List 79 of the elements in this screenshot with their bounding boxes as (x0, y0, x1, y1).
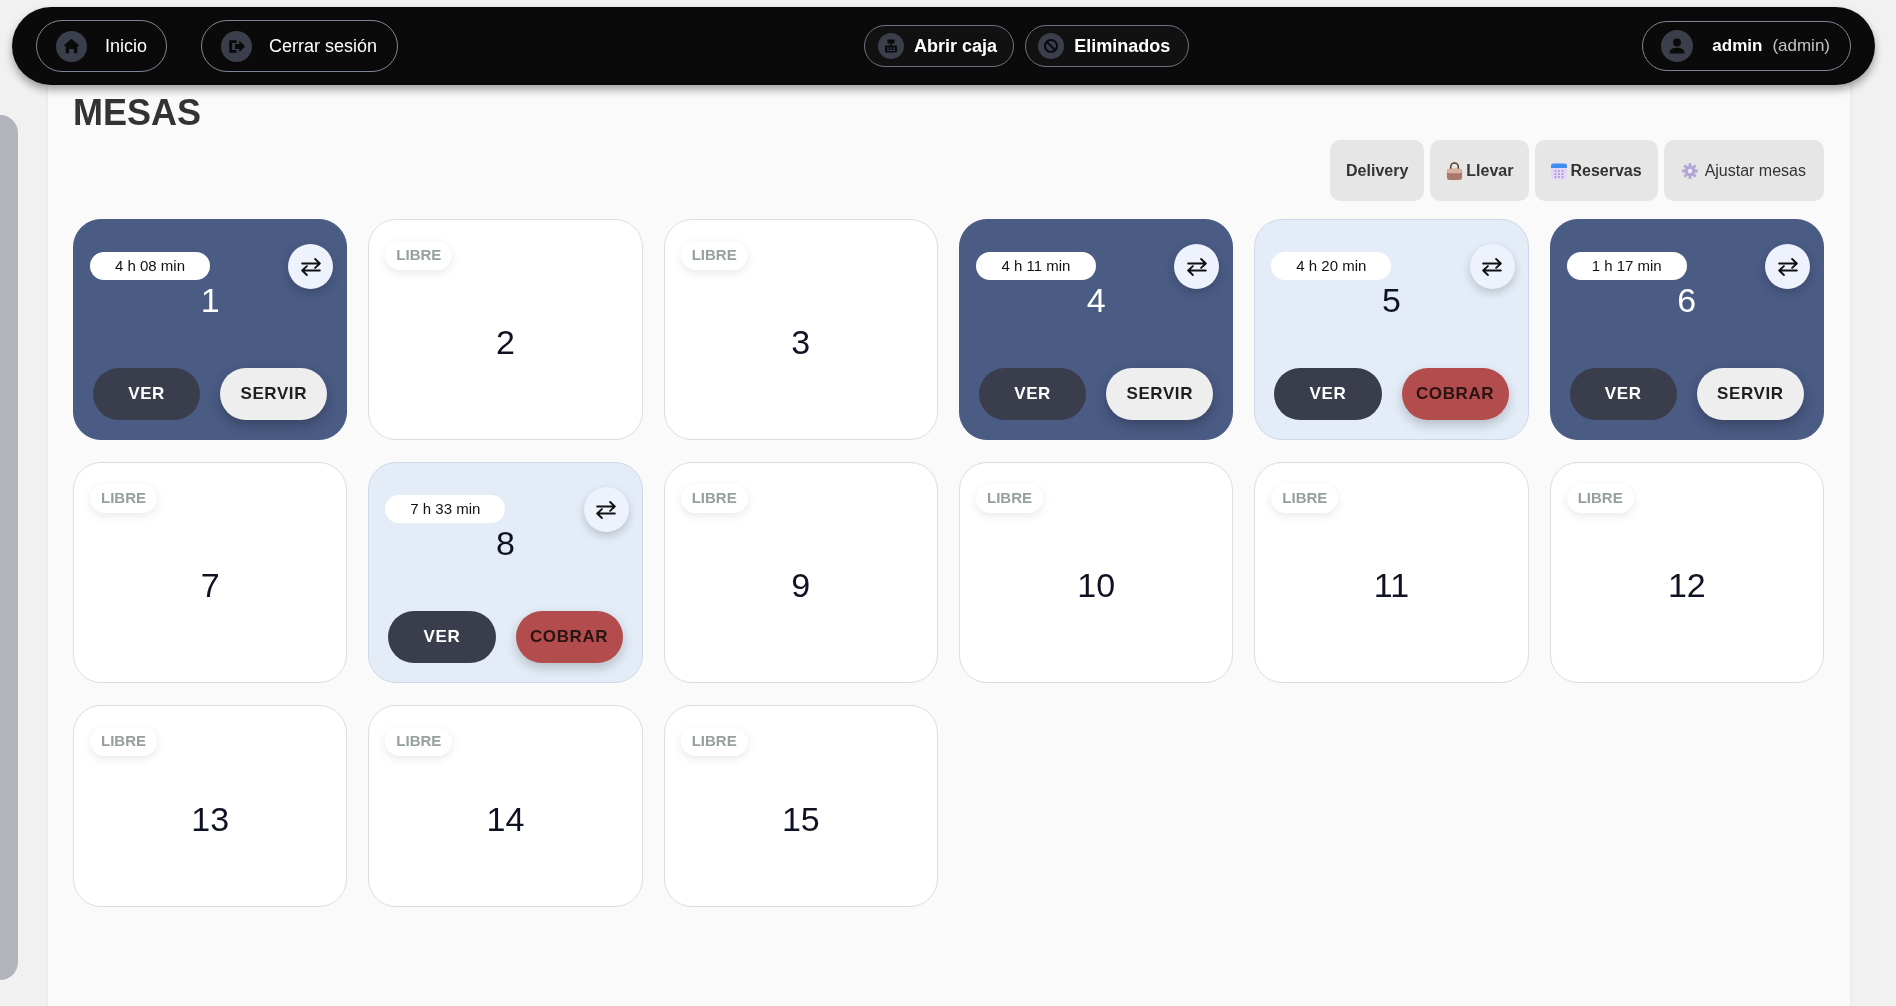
table-number: 11 (1373, 567, 1410, 603)
table-card[interactable]: LIBRE 2 (368, 219, 643, 440)
table-number: 8 (496, 525, 515, 561)
swap-arrows-icon (1777, 257, 1798, 276)
handbag-icon (1446, 161, 1464, 180)
status-label: LIBRE (976, 484, 1043, 513)
cash-register-icon (878, 33, 905, 59)
view-button[interactable]: VER (979, 368, 1087, 420)
table-card[interactable]: 1 h 17 min 6 VER SERVIR (1549, 219, 1824, 440)
serve-button[interactable]: SERVIR (220, 368, 328, 420)
table-card[interactable]: 7 h 33 min 8 VER COBRAR (368, 462, 643, 683)
user-icon (1661, 30, 1694, 62)
calendar-icon (1551, 161, 1568, 180)
table-number: 15 (781, 800, 820, 837)
table-card[interactable]: LIBRE 11 (1254, 462, 1529, 683)
table-card[interactable]: LIBRE 7 (73, 462, 348, 683)
view-button[interactable]: VER (1569, 368, 1677, 420)
table-number: 5 (1382, 282, 1401, 318)
open-register-button[interactable]: Abrir caja (864, 25, 1015, 67)
elapsed-time: 7 h 33 min (385, 495, 506, 523)
swap-arrows-icon (1186, 257, 1207, 276)
table-number: 3 (791, 324, 811, 360)
status-label: LIBRE (1566, 484, 1634, 513)
table-card[interactable]: LIBRE 13 (73, 705, 348, 907)
table-card[interactable]: LIBRE 10 (959, 462, 1234, 683)
swap-button[interactable] (1174, 244, 1220, 289)
table-card[interactable]: LIBRE 14 (368, 705, 643, 907)
table-number: 2 (496, 324, 515, 360)
table-number: 9 (791, 567, 811, 603)
deleted-items-button[interactable]: Eliminados (1025, 25, 1190, 67)
table-card[interactable]: LIBRE 3 (663, 219, 938, 440)
table-card[interactable]: LIBRE 15 (663, 705, 938, 907)
status-label: LIBRE (680, 241, 748, 270)
swap-arrows-icon (300, 257, 321, 276)
reservations-button[interactable]: Reservas (1535, 140, 1658, 201)
table-number: 12 (1667, 567, 1706, 603)
elapsed-time: 4 h 11 min (976, 252, 1096, 280)
status-label: LIBRE (1271, 484, 1339, 513)
view-button[interactable]: VER (388, 611, 496, 663)
table-card[interactable]: LIBRE 9 (663, 462, 938, 683)
swap-button[interactable] (288, 244, 334, 289)
elapsed-time: 1 h 17 min (1566, 252, 1687, 280)
gear-icon (1681, 162, 1698, 179)
table-number: 4 (1086, 282, 1106, 318)
home-icon (56, 30, 87, 62)
table-card[interactable]: 4 h 11 min 4 VER SERVIR (959, 219, 1234, 440)
view-button[interactable]: VER (93, 368, 201, 420)
table-card[interactable]: LIBRE 12 (1549, 462, 1824, 683)
status-label: LIBRE (385, 727, 453, 756)
swap-button[interactable] (1469, 244, 1515, 289)
status-label: LIBRE (680, 727, 748, 756)
status-label: LIBRE (90, 727, 157, 756)
status-label: LIBRE (680, 484, 748, 513)
delivery-button[interactable]: Delivery (1330, 140, 1425, 201)
table-card[interactable]: 4 h 08 min 1 VER SERVIR (73, 219, 348, 440)
serve-button[interactable]: SERVIR (1696, 368, 1804, 420)
elapsed-time: 4 h 20 min (1271, 252, 1392, 280)
swap-button[interactable] (583, 487, 629, 532)
adjust-tables-button[interactable]: Ajustar mesas (1663, 140, 1824, 201)
view-button[interactable]: VER (1274, 368, 1382, 420)
swap-arrows-icon (1482, 257, 1503, 276)
table-card[interactable]: 4 h 20 min 5 VER COBRAR (1254, 219, 1529, 440)
table-number: 6 (1677, 282, 1697, 318)
page-title: MESAS (73, 93, 202, 133)
elapsed-time: 4 h 08 min (90, 252, 210, 280)
logout-icon (221, 30, 253, 62)
table-number: 10 (1077, 567, 1116, 603)
swap-arrows-icon (596, 500, 617, 519)
status-label: LIBRE (385, 241, 453, 270)
swap-button[interactable] (1765, 244, 1810, 289)
user-menu-button[interactable]: admin (admin) (1642, 21, 1851, 71)
prohibited-icon (1038, 33, 1065, 59)
status-label: LIBRE (90, 484, 157, 513)
table-number: 13 (191, 800, 230, 837)
serve-button[interactable]: SERVIR (1106, 368, 1214, 420)
takeaway-button[interactable]: Llevar (1430, 140, 1530, 201)
table-number: 1 (200, 282, 220, 318)
table-number: 7 (200, 567, 220, 603)
table-number: 14 (486, 800, 525, 837)
